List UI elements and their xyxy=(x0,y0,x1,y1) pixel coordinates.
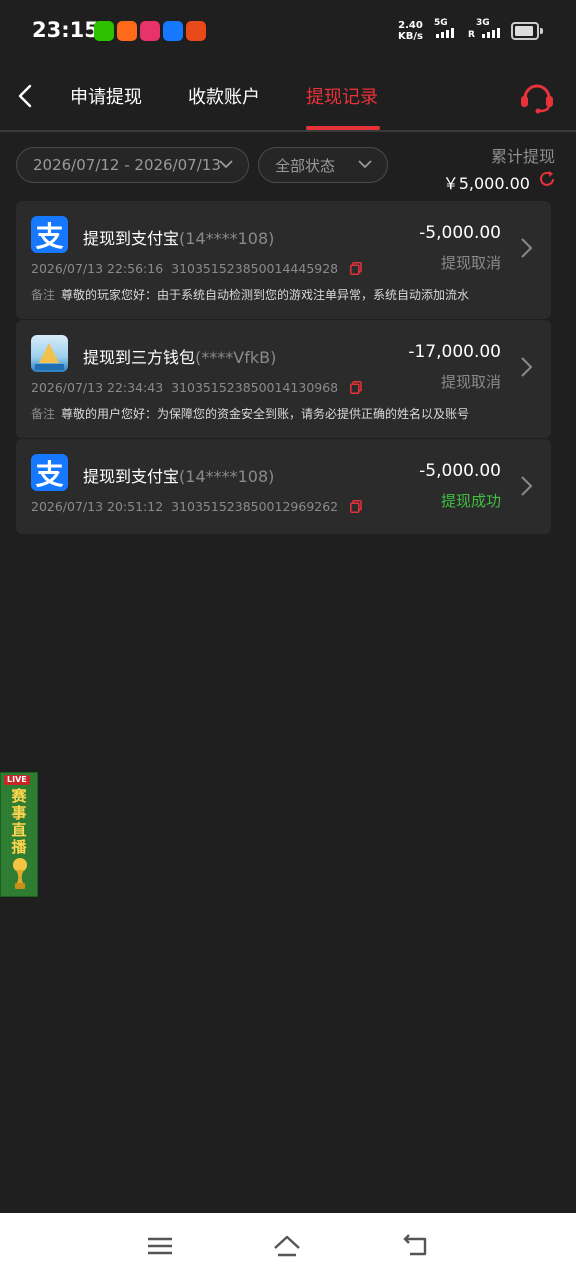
back-nav-icon[interactable] xyxy=(401,1233,431,1259)
signal-bars-icon xyxy=(436,28,454,38)
date-range-filter[interactable]: 2026/07/12 - 2026/07/13 xyxy=(16,147,249,183)
record-account: (14****108) xyxy=(179,467,275,486)
record-datetime: 2026/07/13 22:56:16 xyxy=(31,261,164,276)
record-status: 提现成功 xyxy=(440,492,501,510)
live-broadcast-widget[interactable]: LIVE 赛事直播 xyxy=(0,772,38,897)
record-meta: 2026/07/13 22:56:16 31035152385001444592… xyxy=(31,261,362,276)
alipay-glyph: 支 xyxy=(35,219,64,253)
record-title: 提现到支付宝(14****108) xyxy=(83,463,274,487)
note-label: 备注 xyxy=(31,407,56,421)
record-datetime: 2026/07/13 22:34:43 xyxy=(31,380,164,395)
record-note: 备注 尊敬的用户您好：为保障您的资金安全到账，请务必提供正确的姓名以及账号 xyxy=(31,405,506,422)
clock: 23:15 xyxy=(32,18,99,42)
top-nav: 申请提现 收款账户 提现记录 xyxy=(0,62,576,132)
chevron-right-icon xyxy=(521,476,533,496)
status-bar: 23:15 2.40 KB/s 5G 3G R xyxy=(0,0,576,62)
record-order-number: 310351523850012969262 xyxy=(171,499,339,514)
app-notification-icon xyxy=(140,21,160,41)
record-meta: 2026/07/13 20:51:12 31035152385001296926… xyxy=(31,499,362,514)
record-account: (14****108) xyxy=(179,229,275,248)
system-nav-bar xyxy=(0,1213,576,1280)
withdraw-record-card[interactable]: 提现到三方钱包(****VfkB) -17,000.00 提现取消 2026/0… xyxy=(16,320,551,438)
copy-icon[interactable] xyxy=(350,381,362,394)
roaming-label: R xyxy=(468,30,475,40)
app-notification-icon xyxy=(117,21,137,41)
record-datetime: 2026/07/13 20:51:12 xyxy=(31,499,164,514)
copy-icon[interactable] xyxy=(350,500,362,513)
record-title: 提现到支付宝(14****108) xyxy=(83,225,274,249)
alipay-glyph: 支 xyxy=(35,457,64,491)
record-method: 提现到支付宝 xyxy=(83,229,180,248)
note-text: 尊敬的用户您好：为保障您的资金安全到账，请务必提供正确的姓名以及账号 xyxy=(61,407,470,421)
record-method: 提现到支付宝 xyxy=(83,467,180,486)
record-order-number: 310351523850014445928 xyxy=(171,261,339,276)
tab-payee-account[interactable]: 收款账户 xyxy=(188,83,260,109)
chevron-down-icon xyxy=(358,160,372,169)
date-range-text: 2026/07/12 - 2026/07/13 xyxy=(33,156,221,174)
wechat-icon xyxy=(94,21,114,41)
cumulative-value: ￥5,000.00 xyxy=(442,174,530,193)
live-badge: LIVE xyxy=(4,775,30,785)
status-filter-text: 全部状态 xyxy=(275,156,336,175)
tab-apply-withdraw[interactable]: 申请提现 xyxy=(70,83,142,109)
battery-icon xyxy=(511,22,543,40)
active-tab-indicator xyxy=(306,126,380,130)
cumulative-label: 累计提现 xyxy=(490,147,555,166)
network-speed: 2.40 KB/s xyxy=(398,20,423,42)
alipay-icon: 支 xyxy=(31,454,68,491)
chevron-right-icon xyxy=(521,357,533,377)
copy-icon[interactable] xyxy=(350,262,362,275)
note-label: 备注 xyxy=(31,288,56,302)
record-status: 提现取消 xyxy=(440,373,501,391)
menu-icon[interactable] xyxy=(145,1233,175,1259)
refresh-icon[interactable] xyxy=(538,170,556,188)
record-amount: -5,000.00 xyxy=(419,461,501,481)
wallet-icon xyxy=(31,335,68,372)
customer-service-headset-icon[interactable] xyxy=(518,78,556,114)
home-icon[interactable] xyxy=(272,1233,302,1259)
signal-label-3g: 3G xyxy=(476,18,490,28)
withdraw-record-card[interactable]: 支 提现到支付宝(14****108) -5,000.00 提现成功 2026/… xyxy=(16,439,551,534)
record-method: 提现到三方钱包 xyxy=(83,348,196,367)
alipay-notification-icon xyxy=(163,21,183,41)
withdraw-record-card[interactable]: 支 提现到支付宝(14****108) -5,000.00 提现取消 2026/… xyxy=(16,201,551,319)
tab-withdraw-records[interactable]: 提现记录 xyxy=(306,83,378,109)
record-status: 提现取消 xyxy=(440,254,501,272)
chevron-down-icon xyxy=(219,160,233,169)
record-order-number: 310351523850014130968 xyxy=(171,380,339,395)
network-speed-unit: KB/s xyxy=(398,31,423,42)
record-account: (****VfkB) xyxy=(195,348,277,367)
trophy-icon xyxy=(13,858,27,889)
signal-bars-icon xyxy=(482,28,500,38)
record-title: 提现到三方钱包(****VfkB) xyxy=(83,344,276,368)
record-note: 备注 尊敬的玩家您好：由于系统自动检测到您的游戏注单异常，系统自动添加流水 xyxy=(31,286,506,303)
app-notification-icon xyxy=(186,21,206,41)
network-speed-value: 2.40 xyxy=(398,20,423,31)
record-amount: -17,000.00 xyxy=(408,342,501,362)
signal-label-5g: 5G xyxy=(434,18,448,28)
notification-icons xyxy=(94,21,206,41)
chevron-right-icon xyxy=(521,238,533,258)
back-arrow-icon[interactable] xyxy=(14,82,38,110)
note-text: 尊敬的玩家您好：由于系统自动检测到您的游戏注单异常，系统自动添加流水 xyxy=(61,288,470,302)
status-filter[interactable]: 全部状态 xyxy=(258,147,388,183)
record-amount: -5,000.00 xyxy=(419,223,501,243)
record-meta: 2026/07/13 22:34:43 31035152385001413096… xyxy=(31,380,362,395)
alipay-icon: 支 xyxy=(31,216,68,253)
live-widget-text: 赛事直播 xyxy=(11,787,27,856)
